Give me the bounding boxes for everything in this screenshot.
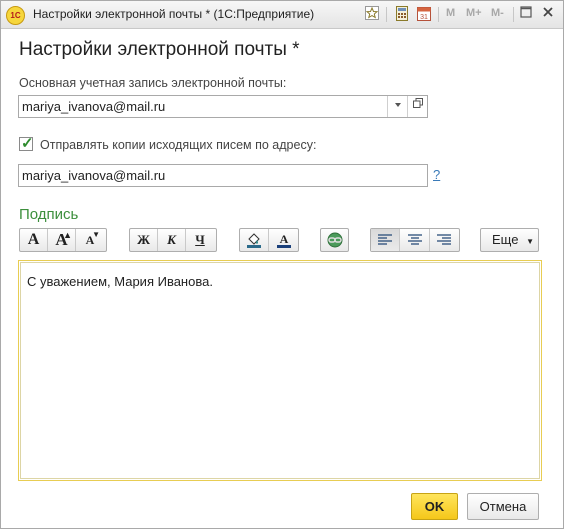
account-label: Основная учетная запись электронной почт… — [19, 76, 287, 90]
account-value: mariya_ivanova@mail.ru — [22, 99, 166, 114]
window-title: Настройки электронной почты * (1С:Предпр… — [33, 7, 315, 21]
memory-button-m-plus[interactable]: M+ — [466, 7, 482, 19]
memory-button-m-minus[interactable]: M- — [491, 7, 504, 19]
copy-checkbox[interactable]: ✓ — [19, 135, 34, 152]
font-color-icon[interactable]: A — [269, 229, 298, 251]
calendar-icon[interactable]: 31 — [416, 6, 432, 23]
color-toolbar-group: A — [239, 228, 299, 252]
open-window-icon[interactable] — [407, 96, 427, 117]
chevron-down-icon: ▼ — [526, 237, 534, 246]
background-color-icon[interactable] — [240, 229, 270, 251]
font-size-normal-button[interactable]: A — [20, 229, 48, 251]
ok-button[interactable]: OK — [411, 493, 458, 520]
toolbar-separator — [438, 7, 439, 22]
italic-button[interactable]: К — [158, 229, 186, 251]
account-select[interactable]: mariya_ivanova@mail.ru — [18, 95, 428, 118]
text-style-toolbar-group: Ж К Ч — [129, 228, 217, 252]
link-toolbar-group — [320, 228, 349, 252]
svg-text:A: A — [279, 232, 288, 246]
more-button[interactable]: Еще ▼ — [480, 228, 539, 252]
app-logo-icon: 1С — [6, 6, 25, 25]
underline-button[interactable]: Ч — [186, 229, 214, 251]
settings-window: 1С Настройки электронной почты * (1С:Пре… — [0, 0, 564, 529]
insert-link-icon[interactable] — [321, 229, 348, 251]
signature-editor[interactable]: С уважением, Мария Иванова. — [18, 260, 542, 481]
svg-text:31: 31 — [420, 14, 428, 21]
align-left-icon[interactable] — [371, 229, 401, 251]
page-title: Настройки электронной почты * — [19, 39, 300, 60]
help-link[interactable]: ? — [433, 167, 440, 182]
toolbar-separator — [386, 7, 387, 22]
signature-text[interactable]: С уважением, Мария Иванова. — [20, 262, 540, 479]
align-right-icon[interactable] — [430, 229, 459, 251]
calculator-icon[interactable] — [394, 6, 410, 23]
bold-button[interactable]: Ж — [130, 229, 158, 251]
toolbar-separator — [513, 7, 514, 22]
alignment-toolbar-group — [370, 228, 460, 252]
more-button-label: Еще — [492, 232, 519, 247]
cancel-button[interactable]: Отмена — [467, 493, 539, 520]
maximize-icon[interactable] — [518, 6, 534, 23]
font-size-toolbar-group: A A ▲ A ▼ — [19, 228, 107, 252]
font-size-decrease-button[interactable]: A ▼ — [76, 229, 104, 251]
chevron-down-icon[interactable] — [387, 96, 407, 117]
star-icon[interactable] — [364, 6, 380, 23]
copy-address-value: mariya_ivanova@mail.ru — [22, 168, 166, 183]
font-size-increase-button[interactable]: A ▲ — [48, 229, 76, 251]
close-icon[interactable] — [540, 6, 556, 23]
copy-checkbox-label[interactable]: Отправлять копии исходящих писем по адре… — [40, 138, 316, 152]
checkmark-icon: ✓ — [21, 135, 34, 152]
copy-address-input[interactable]: mariya_ivanova@mail.ru — [18, 164, 428, 187]
title-bar: 1С Настройки электронной почты * (1С:Пре… — [1, 1, 563, 29]
align-center-icon[interactable] — [400, 229, 430, 251]
signature-section-title: Подпись — [19, 206, 79, 223]
memory-button-m[interactable]: M — [446, 7, 455, 19]
